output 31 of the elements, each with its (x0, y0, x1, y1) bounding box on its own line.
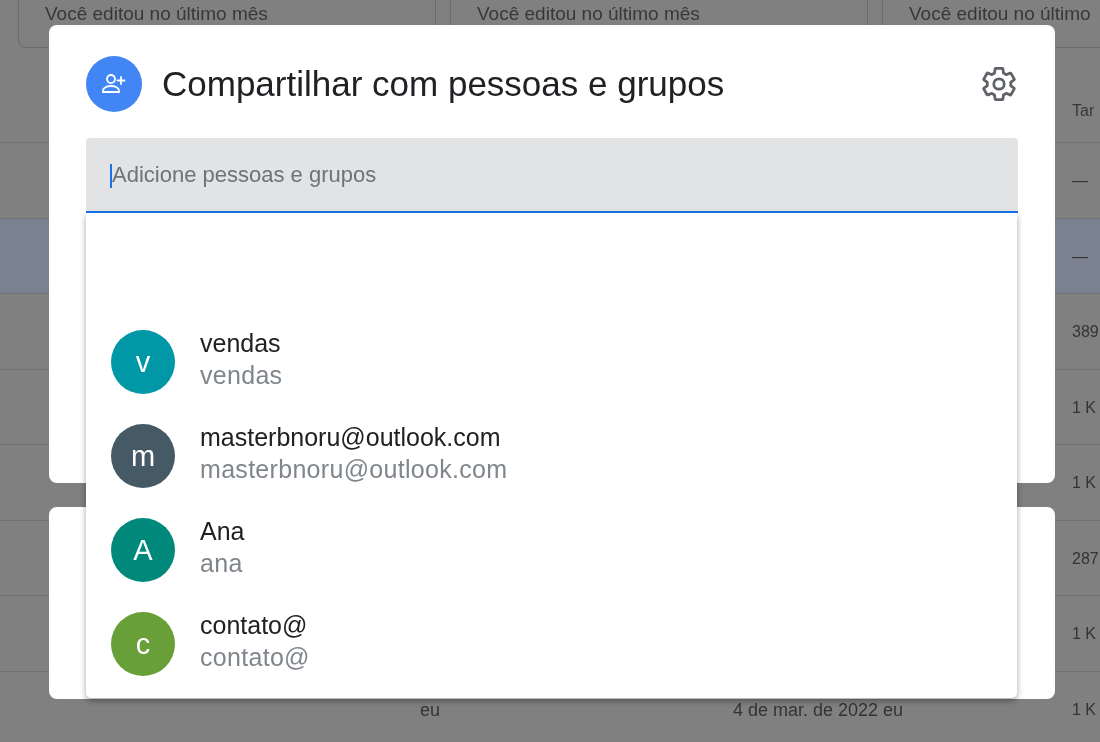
avatar: A (111, 518, 175, 582)
person-add-icon (86, 56, 142, 112)
contact-email: masterbnoru@outlook.com (200, 454, 508, 485)
contact-email: ana (200, 548, 243, 579)
table-cell: 1 K (1072, 473, 1096, 494)
avatar: m (111, 424, 175, 488)
card-subtitle: Você editou no último mês (45, 2, 268, 26)
table-cell: 1 K (1072, 624, 1096, 645)
table-cell: — (1072, 171, 1088, 192)
table-cell: 1 K (1072, 397, 1096, 418)
settings-icon[interactable] (982, 67, 1016, 101)
column-header[interactable]: Tar (1072, 100, 1095, 142)
add-people-field[interactable]: Adicione pessoas e grupos (86, 138, 1018, 213)
contact-name[interactable]: masterbnoru@outlook.com (200, 421, 501, 453)
table-cell: — (1072, 246, 1088, 267)
table-cell: 1 K (1072, 699, 1096, 720)
table-cell: 4 de mar. de 2022 eu (733, 700, 904, 719)
text-cursor-icon (110, 164, 112, 188)
contact-name[interactable]: Ana (200, 515, 245, 547)
card-subtitle: Você editou no último (909, 2, 1091, 26)
contact-name[interactable]: contato@ (200, 609, 308, 641)
contact-email: vendas (200, 360, 283, 391)
table-cell: 287 (1072, 548, 1099, 569)
card-subtitle: Você editou no último mês (477, 2, 700, 26)
avatar: v (111, 330, 175, 394)
contact-email: contato@ (200, 642, 310, 673)
table-cell: 389 (1072, 322, 1099, 343)
contact-name[interactable]: vendas (200, 327, 281, 359)
dialog-title: Compartilhar com pessoas e grupos (162, 64, 725, 104)
avatar: c (111, 612, 175, 676)
table-cell: eu (420, 700, 441, 719)
